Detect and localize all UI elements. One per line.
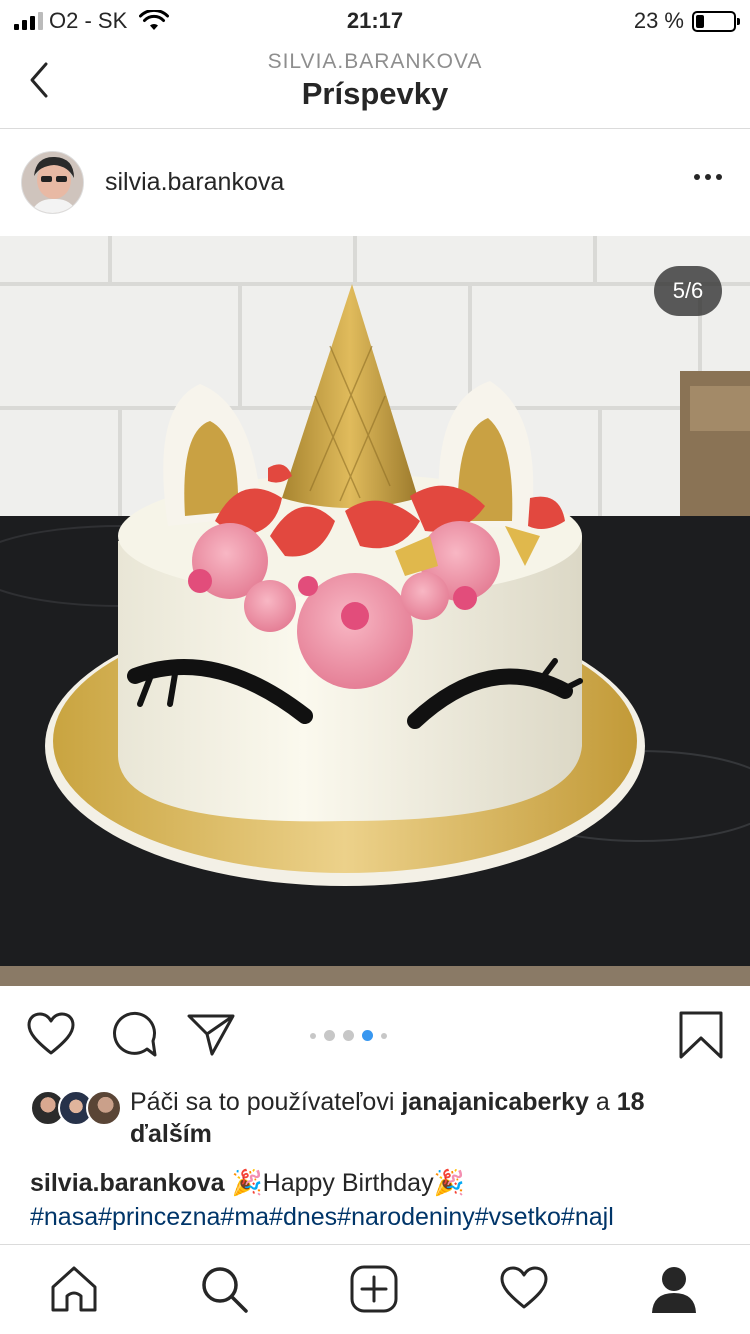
avatar — [86, 1090, 122, 1126]
carousel-dot-active — [362, 1030, 373, 1041]
new-post-icon[interactable] — [348, 1263, 400, 1315]
post-actions — [0, 986, 750, 1082]
battery-percent: 23 % — [633, 8, 684, 33]
carousel-indicator — [310, 1030, 387, 1041]
post-image[interactable]: 5/6 — [0, 236, 750, 986]
caption-text: 🎉Happy Birthday🎉 — [231, 1169, 465, 1197]
liker-username[interactable]: janajanicaberky — [401, 1088, 589, 1116]
more-options-icon[interactable] — [694, 174, 722, 180]
carousel-dot — [381, 1032, 387, 1039]
header-subtitle: SILVIA.BARANKOVA — [267, 50, 483, 73]
likes-prefix: Páči sa to používateľovi — [130, 1088, 395, 1116]
profile-icon[interactable] — [648, 1263, 700, 1315]
carousel-dot — [310, 1032, 316, 1039]
battery-icon — [692, 10, 740, 32]
unicorn-cake-photo — [0, 236, 750, 986]
post-username[interactable]: silvia.barankova — [105, 168, 284, 197]
status-bar: O2 - SK 21:17 23 % — [0, 0, 750, 40]
caption-username[interactable]: silvia.barankova — [30, 1169, 225, 1197]
page-title: Príspevky — [301, 76, 449, 111]
heart-icon[interactable] — [26, 1010, 76, 1060]
navigation-header: SILVIA.BARANKOVA Príspevky — [0, 40, 750, 129]
post-caption: silvia.barankova 🎉Happy Birthday🎉 #nasa#… — [30, 1166, 730, 1244]
avatar[interactable] — [21, 151, 84, 214]
home-icon[interactable] — [48, 1263, 100, 1315]
search-icon[interactable] — [198, 1263, 250, 1315]
status-right: 23 % — [633, 8, 740, 34]
bookmark-icon[interactable] — [676, 1010, 726, 1060]
image-counter-badge: 5/6 — [654, 266, 722, 316]
bottom-tab-bar — [0, 1244, 750, 1334]
caption-hashtags[interactable]: #nasa#princezna#ma#dnes#narodeniny#vsetk… — [30, 1200, 730, 1234]
likes-connector: a — [595, 1088, 610, 1116]
carousel-dot — [343, 1030, 354, 1041]
comment-icon[interactable] — [108, 1010, 158, 1060]
carousel-dot — [324, 1030, 335, 1041]
activity-heart-icon[interactable] — [498, 1263, 550, 1315]
likes-text: Páči sa to používateľovi janajanicaberky… — [30, 1086, 730, 1150]
likes-summary[interactable]: Páči sa to používateľovi janajanicaberky… — [30, 1086, 730, 1150]
share-icon[interactable] — [186, 1010, 236, 1060]
post-header: silvia.barankova — [0, 130, 750, 236]
liker-avatars — [30, 1090, 122, 1126]
